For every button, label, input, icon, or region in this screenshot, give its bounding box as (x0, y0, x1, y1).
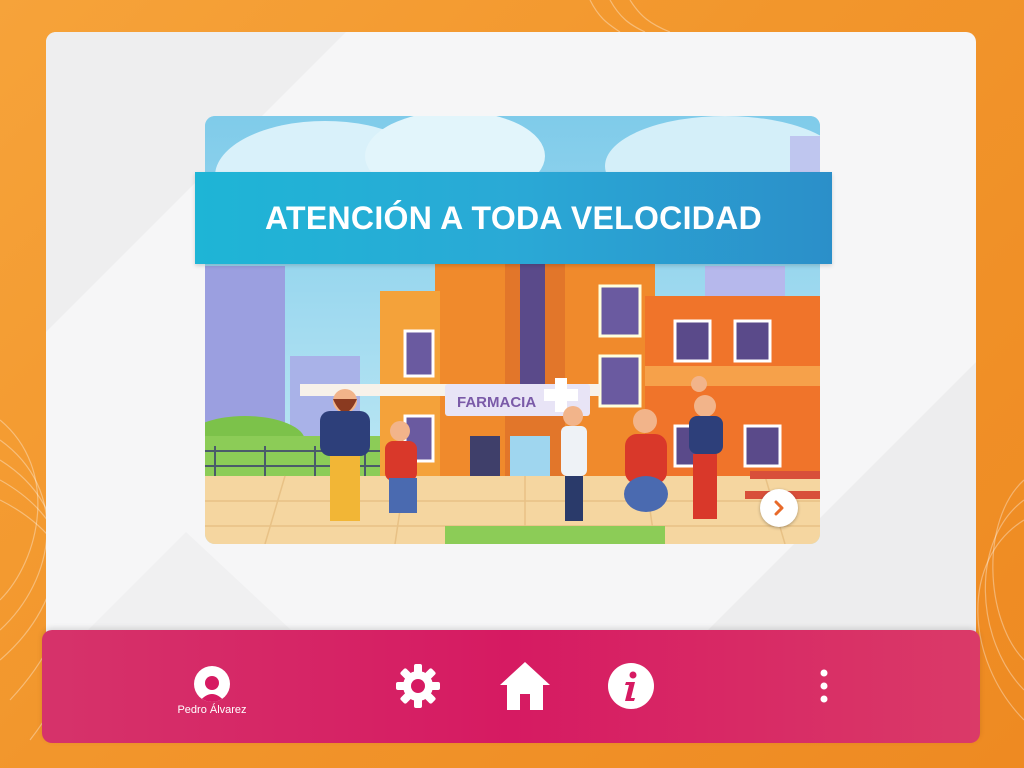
slide-title: ATENCIÓN A TODA VELOCIDAD (265, 199, 762, 236)
user-avatar-icon (194, 666, 230, 702)
next-slide-button[interactable] (760, 489, 798, 527)
bottom-navigation-bar: Pedro Álvarez (42, 630, 980, 743)
slide-title-banner: ATENCIÓN A TODA VELOCIDAD (195, 172, 832, 264)
home-button[interactable] (495, 656, 555, 716)
settings-button[interactable] (392, 660, 444, 712)
user-profile[interactable]: Pedro Álvarez (162, 666, 262, 716)
pharmacy-sign-text: FARMACIA (457, 394, 536, 411)
more-vertical-icon (820, 669, 828, 703)
info-button[interactable] (605, 660, 657, 712)
user-name: Pedro Álvarez (177, 704, 247, 716)
chevron-right-icon (774, 500, 784, 516)
gear-icon (396, 664, 440, 708)
main-panel: FARMACIA (46, 32, 976, 672)
home-icon (500, 662, 550, 710)
more-options-button[interactable] (808, 665, 840, 707)
info-icon (608, 663, 654, 709)
